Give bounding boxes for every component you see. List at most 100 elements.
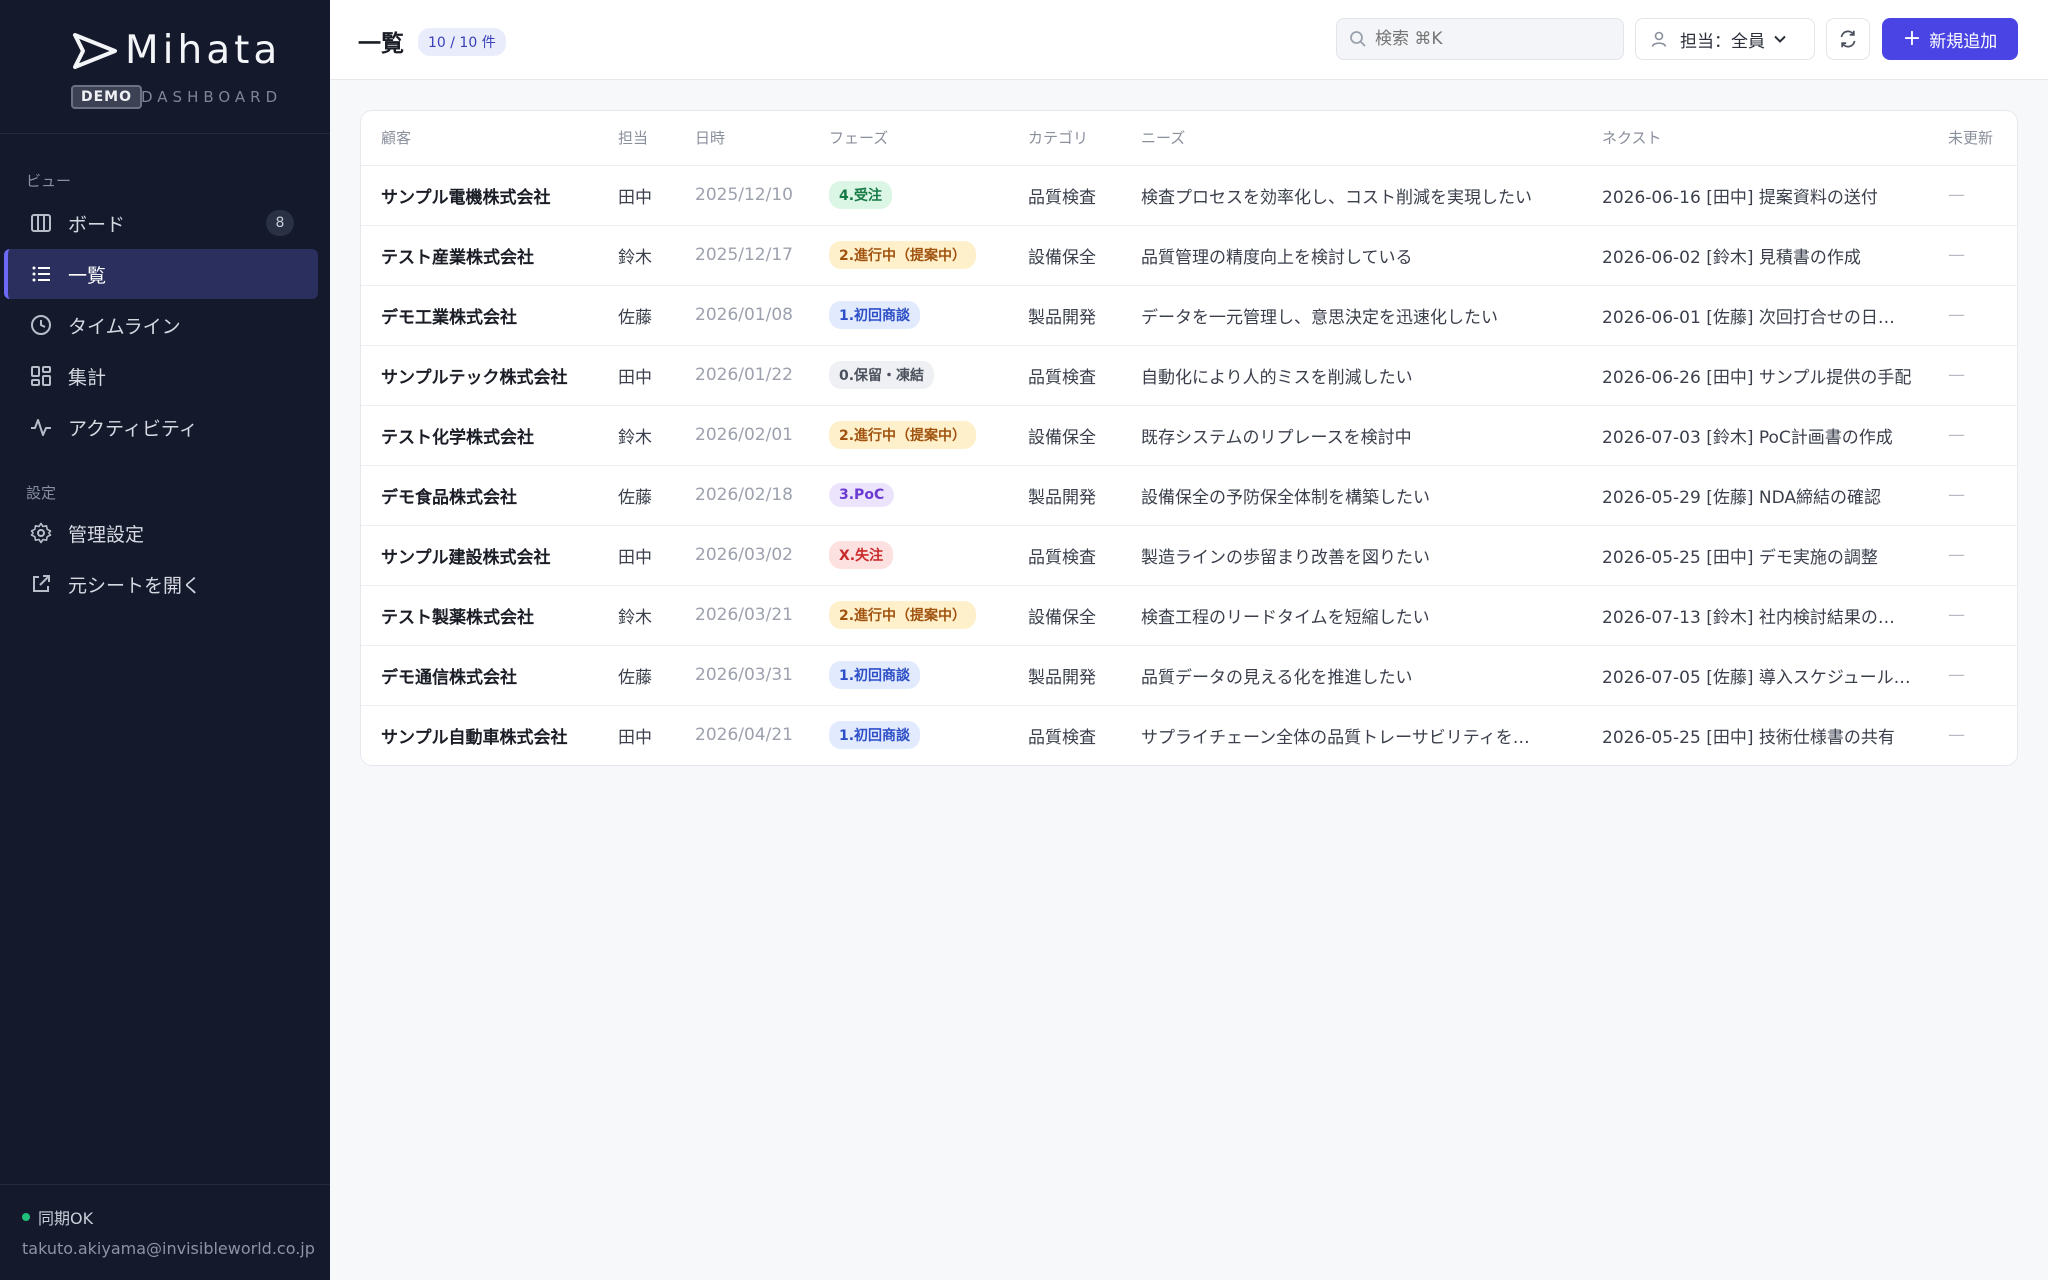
owner-cell: 田中 — [598, 345, 675, 406]
sidebar: Mihata DEMO DASHBOARD ビュー ボード 8 一覧 タイムライ… — [0, 0, 330, 1280]
category-cell: 製品開発 — [1008, 285, 1121, 346]
table-row[interactable]: テスト製薬株式会社 鈴木 2026/03/21 2.進行中（提案中） 設備保全 検査工程の… — [361, 585, 2017, 646]
column-header-customer[interactable]: 顧客 — [361, 111, 598, 166]
sidebar-item-label: 元シートを開く — [68, 574, 202, 597]
table-row[interactable]: サンプルテック株式会社 田中 2026/01/22 0.保留・凍結 品質検査 自動化により… — [361, 345, 2017, 406]
phase-badge: 1.初回商談 — [829, 721, 921, 750]
sidebar-item-activity[interactable]: アクティビティ — [4, 402, 318, 452]
column-header-needs[interactable]: ニーズ — [1121, 111, 1582, 166]
refresh-button[interactable] — [1826, 18, 1870, 60]
sidebar-item-label: アクティビティ — [68, 417, 198, 440]
category-cell: 品質検査 — [1028, 727, 1096, 748]
next-action-cell: 2026-06-02 [鈴木] 見積書の作成 — [1582, 225, 1928, 286]
search-input[interactable] — [1375, 29, 1605, 49]
owner-filter-select[interactable]: 担当：全員 — [1635, 18, 1815, 60]
category-cell: 製品開発 — [1008, 645, 1121, 706]
date-cell: 2026/01/08 — [675, 285, 809, 346]
stale-cell: — — [1928, 405, 2017, 466]
phase-cell: 3.PoC — [809, 465, 1008, 526]
sidebar-item-list[interactable]: 一覧 — [4, 249, 318, 299]
sidebar-footer: 同期OK takuto.akiyama@invisibleworld.co.jp — [0, 1184, 330, 1280]
table-row[interactable]: デモ工業株式会社 佐藤 2026/01/08 1.初回商談 製品開発 データを一元管理し、… — [361, 285, 2017, 346]
column-header-stale[interactable]: 未更新 — [1928, 111, 2017, 166]
phase-cell: 0.保留・凍結 — [809, 345, 1008, 406]
table-body: サンプル電機株式会社 田中 2025/12/10 4.受注 品質検査 検査プロセスを効率化… — [361, 165, 2017, 765]
search-box[interactable] — [1336, 18, 1624, 60]
phase-badge: 3.PoC — [829, 483, 895, 507]
column-header-category[interactable]: カテゴリ — [1008, 111, 1121, 166]
phase-cell: 1.初回商談 — [809, 285, 1008, 346]
phase-cell: 2.進行中（提案中） — [809, 585, 1008, 646]
table-row[interactable]: サンプル建設株式会社 田中 2026/03/02 X.失注 品質検査 製造ラインの歩留まり… — [361, 525, 2017, 586]
needs-cell: 既存システムのリプレースを検討中 — [1121, 405, 1582, 466]
user-email: takuto.akiyama@invisibleworld.co.jp — [22, 1239, 315, 1258]
column-header-phase[interactable]: フェーズ — [809, 111, 1008, 166]
list-icon — [32, 266, 50, 282]
phase-badge: 2.進行中（提案中） — [829, 601, 977, 629]
sidebar-item-admin-settings[interactable]: 管理設定 — [4, 508, 318, 558]
next-action-cell: 2026-07-03 [鈴木] PoC計画書の作成 — [1582, 405, 1928, 466]
phase-badge: X.失注 — [829, 541, 894, 569]
category-cell: 製品開発 — [1008, 465, 1121, 526]
next-action-cell: 2026-06-01 [佐藤] 次回打合せの日… — [1582, 285, 1928, 346]
table-row[interactable]: テスト化学株式会社 鈴木 2026/02/01 2.進行中（提案中） 設備保全 既存システ… — [361, 405, 2017, 466]
sync-status: 同期OK — [22, 1205, 93, 1229]
date-cell: 2026/03/02 — [675, 525, 809, 586]
phase-cell: X.失注 — [809, 525, 1008, 586]
table-row[interactable]: デモ食品株式会社 佐藤 2026/02/18 3.PoC 製品開発 設備保全の予防保全体制… — [361, 465, 2017, 526]
sidebar-item-timeline[interactable]: タイムライン — [4, 300, 318, 350]
sidebar-item-summary[interactable]: 集計 — [4, 351, 318, 401]
owner-cell: 田中 — [618, 727, 652, 748]
owner-cell: 鈴木 — [598, 585, 675, 646]
table-row[interactable]: デモ通信株式会社 佐藤 2026/03/31 1.初回商談 製品開発 品質データの見える化… — [361, 645, 2017, 706]
sync-status-dot-icon — [22, 1213, 30, 1221]
plus-icon: + — [1902, 26, 1922, 51]
settings-section-label: 設定 — [26, 484, 57, 502]
sidebar-item-label: 管理設定 — [68, 523, 145, 546]
add-new-label: 新規追加 — [1929, 31, 1998, 52]
phase-badge: 2.進行中（提案中） — [829, 241, 977, 269]
customer-cell: テスト化学株式会社 — [361, 405, 598, 466]
sidebar-item-open-sheet[interactable]: 元シートを開く — [4, 559, 318, 609]
customer-cell: テスト産業株式会社 — [361, 225, 598, 286]
stale-cell: — — [1928, 345, 2017, 406]
phase-badge: 0.保留・凍結 — [829, 361, 935, 389]
app-name: Mihata — [125, 28, 282, 73]
clock-icon — [31, 315, 51, 335]
sidebar-item-board[interactable]: ボード 8 — [4, 198, 318, 248]
next-action-cell: 2026-05-29 [佐藤] NDA締結の確認 — [1582, 465, 1928, 526]
needs-cell: 品質データの見える化を推進したい — [1121, 645, 1582, 706]
column-header-owner[interactable]: 担当 — [598, 111, 675, 166]
category-cell: 設備保全 — [1008, 585, 1121, 646]
stale-cell: — — [1928, 585, 2017, 646]
phase-cell: 2.進行中（提案中） — [809, 225, 1008, 286]
owner-cell: 田中 — [598, 165, 675, 226]
table-row[interactable]: テスト産業株式会社 鈴木 2025/12/17 2.進行中（提案中） 設備保全 品質管理の… — [361, 225, 2017, 286]
date-cell: 2025/12/10 — [675, 165, 809, 226]
record-count-badge: 10 / 10 件 — [418, 28, 506, 56]
board-icon — [31, 214, 51, 232]
phase-cell: 4.受注 — [809, 165, 1008, 226]
top-bar: 一覧 10 / 10 件 担当：全員 + 新規追加 — [330, 0, 2048, 80]
phase-badge: 4.受注 — [829, 181, 893, 209]
needs-cell: サプライチェーン全体の品質トレーサビリティを… — [1141, 727, 1530, 748]
table-row[interactable]: サンプル電機株式会社 田中 2025/12/10 4.受注 品質検査 検査プロセスを効率化… — [361, 165, 2017, 226]
column-header-date[interactable]: 日時 — [675, 111, 809, 166]
phase-badge: 1.初回商談 — [829, 661, 921, 689]
needs-cell: 製造ラインの歩留まり改善を図りたい — [1121, 525, 1582, 586]
external-link-icon — [33, 575, 50, 592]
date-cell: 2026/03/21 — [675, 585, 809, 646]
stale-cell: — — [1948, 725, 1965, 746]
column-header-next[interactable]: ネクスト — [1582, 111, 1928, 166]
add-new-button[interactable]: + 新規追加 — [1882, 18, 2018, 60]
board-count-badge: 8 — [266, 210, 294, 236]
category-cell: 設備保全 — [1008, 225, 1121, 286]
next-action-cell: 2026-05-25 [田中] デモ実施の調整 — [1582, 525, 1928, 586]
stale-cell: — — [1928, 225, 2017, 286]
sync-status-label: 同期OK — [38, 1209, 94, 1228]
date-cell: 2026/02/01 — [675, 405, 809, 466]
gear-icon — [30, 522, 52, 544]
customer-cell: デモ工業株式会社 — [361, 285, 598, 346]
activity-icon — [31, 419, 51, 436]
table-row[interactable]: サンプル自動車株式会社 田中 2026/04/21 1.初回商談 品質検査 サプライチェー… — [361, 705, 2017, 765]
